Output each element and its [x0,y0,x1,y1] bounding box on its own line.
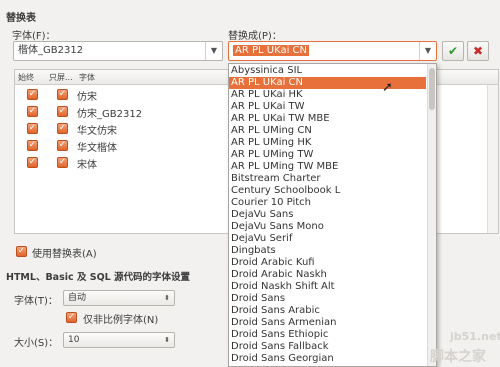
always-checkbox[interactable]: ✓ [27,89,38,100]
dropdown-item[interactable]: AR PL UKai HK [229,89,426,101]
html-font-combo[interactable]: 自动 ⬍ [63,290,175,306]
dropdown-item[interactable]: Bitstream Charter [229,173,426,185]
dropdown-item[interactable]: Droid Sans Fallback [229,341,426,353]
dropdown-item[interactable]: Droid Sans [229,293,426,305]
row-font: 华文楷体 [77,143,117,154]
nonprop-toggle[interactable]: ✓ 仅非比例字体(N) [66,311,216,326]
screen-only-checkbox[interactable]: ✓ [57,106,68,117]
use-table-label: 使用替换表(A) [32,249,97,260]
size-label: 大小(S)： [14,338,59,349]
dropdown-item[interactable]: Droid Sans Ethiopic [229,329,426,341]
font-combo[interactable]: 楷体_GB2312 ▼ [13,41,223,61]
replace-combo[interactable]: AR PL UKai CN ▼ [228,41,437,61]
header-screen-only[interactable]: 只屏... [49,72,73,83]
screen-only-checkbox[interactable]: ✓ [57,123,68,134]
html-section-title: HTML、Basic 及 SQL 源代码的字体设置 [6,272,191,283]
row-font: 宋体 [77,160,97,171]
use-table-checkbox[interactable]: ✓ [16,246,27,257]
dropdown-item[interactable]: AR PL UKai CN [229,77,426,89]
always-checkbox[interactable]: ✓ [27,157,38,168]
dropdown-item[interactable]: Abyssinica SIL [229,65,426,77]
dropdown-scrollbar[interactable] [427,64,436,366]
always-checkbox[interactable]: ✓ [27,106,38,117]
chevron-updown-icon: ⬍ [164,294,170,302]
dropdown-item[interactable]: Droid Sans Armenian [229,317,426,329]
screen-only-checkbox[interactable]: ✓ [57,89,68,100]
use-table-toggle[interactable]: ✓ 使用替换表(A) [16,245,216,260]
nonprop-label: 仅非比例字体(N) [83,315,159,326]
dropdown-scroll-thumb[interactable] [429,68,435,110]
dropdown-item[interactable]: Droid Sans Arabic [229,305,426,317]
delete-button[interactable]: ✖ [467,41,489,61]
dropdown-item[interactable]: Droid Arabic Naskh [229,269,426,281]
font-dropdown-list[interactable]: Abyssinica SIL AR PL UKai CN AR PL UKai HK… [228,63,437,367]
screen-only-checkbox[interactable]: ✓ [57,140,68,151]
screen-only-checkbox[interactable]: ✓ [57,157,68,168]
dropdown-item[interactable]: DejaVu Serif [229,233,426,245]
chevron-down-icon[interactable]: ▼ [419,42,436,60]
table-scrollbar[interactable] [487,85,498,233]
header-always[interactable]: 始终 [18,72,34,83]
dropdown-item[interactable]: AR PL UMing TW [229,149,426,161]
replace-combo-value: AR PL UKai CN [233,45,309,56]
chevron-down-icon[interactable]: ▼ [205,42,222,60]
nonprop-checkbox[interactable]: ✓ [66,312,77,323]
html-font-value: 自动 [68,293,87,303]
row-font: 华文仿宋 [77,126,117,137]
dropdown-item[interactable]: Courier 10 Pitch [229,197,426,209]
size-combo[interactable]: 10 ⬍ [63,332,175,348]
section-title: 替换表 [6,13,36,24]
watermark-brand: 脚本之家 [430,349,486,365]
dropdown-item[interactable]: Droid Naskh Shift Alt [229,281,426,293]
row-font: 仿宋_GB2312 [77,109,143,120]
font-combo-value: 楷体_GB2312 [18,45,84,56]
apply-button[interactable]: ✔ [442,41,464,61]
dropdown-item[interactable]: DejaVu Sans Mono [229,221,426,233]
size-value: 10 [68,335,80,345]
delete-icon: ✖ [472,44,484,58]
dropdown-item[interactable]: Droid Arabic Kufi [229,257,426,269]
row-font: 仿宋 [77,92,97,103]
dropdown-item[interactable]: AR PL UKai TW MBE [229,113,426,125]
dropdown-item[interactable]: AR PL UMing HK [229,137,426,149]
mouse-cursor-icon: ➚ [382,80,393,95]
dropdown-item[interactable]: AR PL UKai TW [229,101,426,113]
font-label: 字体(F)： [12,31,56,42]
dropdown-item[interactable]: Dingbats [229,245,426,257]
header-font[interactable]: 字体 [79,72,95,83]
watermark-site: jb51.net [450,330,500,343]
always-checkbox[interactable]: ✓ [27,140,38,151]
dropdown-item[interactable]: AR PL UMing CN [229,125,426,137]
html-font-label: 字体(T)： [14,296,58,307]
dropdown-item[interactable]: Century Schoolbook L [229,185,426,197]
always-checkbox[interactable]: ✓ [27,123,38,134]
dropdown-item[interactable]: AR PL UMing TW MBE [229,161,426,173]
checkmark-icon: ✔ [447,44,459,58]
replace-label: 替换成(P)： [228,31,282,42]
dropdown-item[interactable]: Droid Sans Georgian [229,353,426,365]
chevron-updown-icon: ⬍ [164,336,170,344]
dropdown-item[interactable]: DejaVu Sans [229,209,426,221]
